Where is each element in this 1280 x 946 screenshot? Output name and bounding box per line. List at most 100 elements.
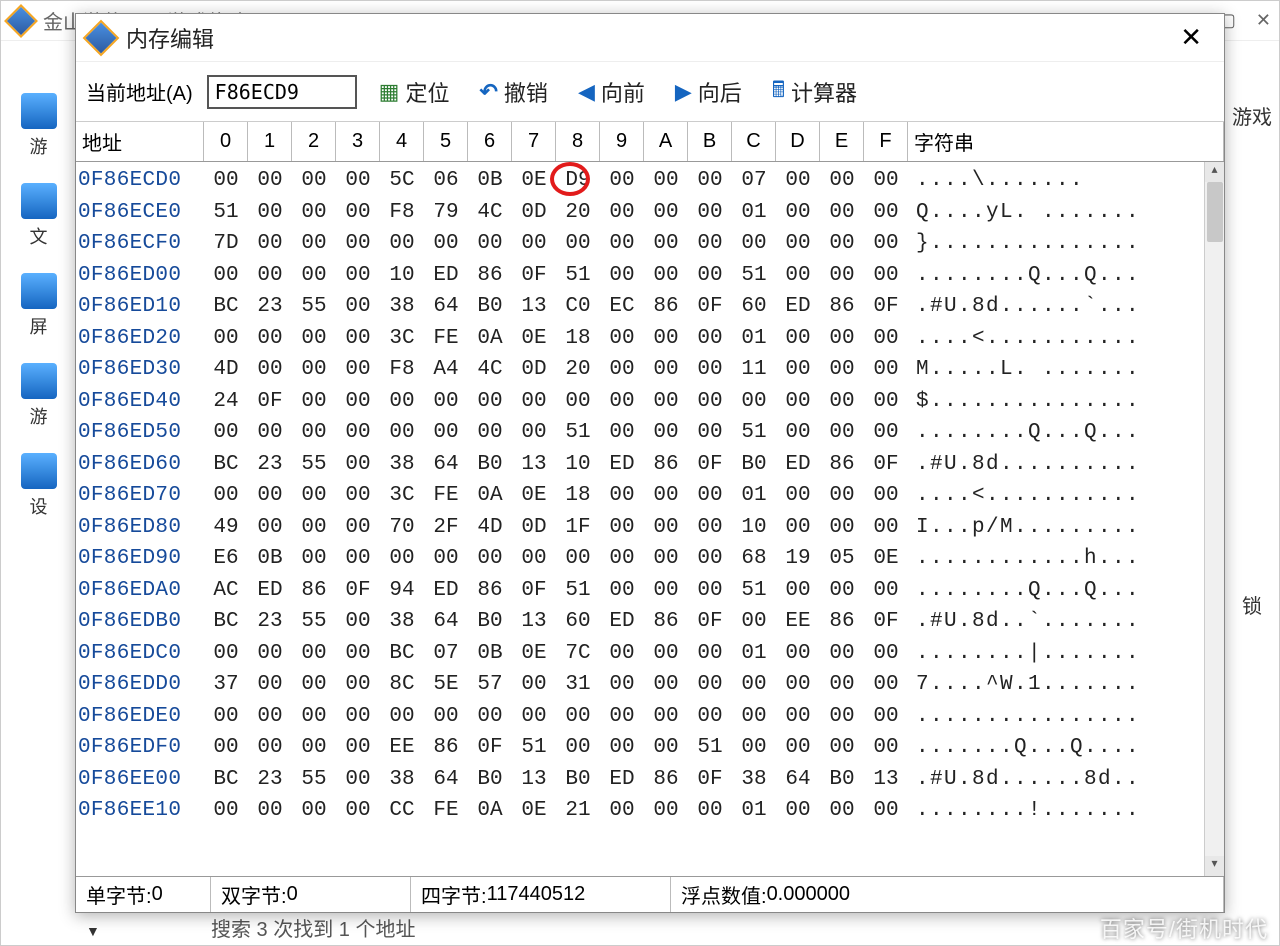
hex-cell[interactable]: 00 — [776, 260, 820, 292]
hex-cell[interactable]: B0 — [732, 449, 776, 481]
hex-cell[interactable]: 00 — [380, 543, 424, 575]
hex-row[interactable]: 0F86EDD0370000008C5E57003100000000000000… — [76, 669, 1224, 701]
hex-cell[interactable]: 00 — [380, 701, 424, 733]
hex-cell[interactable]: 00 — [336, 701, 380, 733]
hex-cell[interactable]: 00 — [776, 323, 820, 355]
hex-cell[interactable]: 38 — [380, 606, 424, 638]
hex-cell[interactable]: 07 — [424, 638, 468, 670]
hex-cell[interactable]: 64 — [424, 291, 468, 323]
hex-row[interactable]: 0F86EDF000000000EE860F510000005100000000… — [76, 732, 1224, 764]
hex-cell[interactable]: 00 — [380, 417, 424, 449]
hex-cell[interactable]: 00 — [688, 480, 732, 512]
hex-cell[interactable]: 00 — [336, 543, 380, 575]
hex-cell[interactable]: 00 — [600, 197, 644, 229]
hex-cell[interactable]: 01 — [732, 638, 776, 670]
hex-cell[interactable]: 00 — [248, 701, 292, 733]
hex-cell[interactable]: 51 — [556, 575, 600, 607]
hex-cell[interactable]: 00 — [292, 701, 336, 733]
hex-cell[interactable]: 00 — [864, 386, 908, 418]
hex-cell[interactable]: 38 — [380, 764, 424, 796]
hex-cell[interactable]: A4 — [424, 354, 468, 386]
header-col-B[interactable]: B — [688, 122, 732, 161]
hex-cell[interactable]: 00 — [644, 638, 688, 670]
hex-cell[interactable]: 00 — [292, 732, 336, 764]
hex-cell[interactable]: 00 — [688, 795, 732, 827]
hex-cell[interactable]: 00 — [512, 386, 556, 418]
hex-cell[interactable]: 86 — [468, 260, 512, 292]
hex-cell[interactable]: 55 — [292, 449, 336, 481]
hex-cell[interactable]: 00 — [600, 228, 644, 260]
header-string[interactable]: 字符串 — [908, 122, 1224, 161]
hex-cell[interactable]: 00 — [644, 228, 688, 260]
hex-cell[interactable]: 00 — [644, 701, 688, 733]
hex-cell[interactable]: 38 — [380, 291, 424, 323]
hex-cell[interactable]: 00 — [292, 480, 336, 512]
hex-cell[interactable]: 00 — [380, 386, 424, 418]
hex-cell[interactable]: 00 — [600, 701, 644, 733]
hex-cell[interactable]: B0 — [556, 764, 600, 796]
hex-cell[interactable]: 00 — [820, 638, 864, 670]
hex-cell[interactable]: 00 — [424, 543, 468, 575]
hex-cell[interactable]: 00 — [292, 165, 336, 197]
hex-cell[interactable]: 00 — [336, 260, 380, 292]
hex-cell[interactable]: 51 — [556, 260, 600, 292]
hex-cell[interactable]: EE — [380, 732, 424, 764]
hex-cell[interactable]: 86 — [820, 449, 864, 481]
hex-cell[interactable]: 00 — [600, 386, 644, 418]
hex-cell[interactable]: 00 — [776, 638, 820, 670]
hex-cell[interactable]: 10 — [380, 260, 424, 292]
hex-cell[interactable]: 00 — [820, 701, 864, 733]
hex-cell[interactable]: 00 — [688, 669, 732, 701]
hex-row[interactable]: 0F86ED90E60B000000000000000000006819050E… — [76, 543, 1224, 575]
hex-cell[interactable]: 23 — [248, 291, 292, 323]
hex-cell[interactable]: 00 — [248, 165, 292, 197]
hex-cell[interactable]: 00 — [864, 638, 908, 670]
hex-cell[interactable]: 51 — [688, 732, 732, 764]
hex-row[interactable]: 0F86ED10BC2355003864B013C0EC860F60ED860F… — [76, 291, 1224, 323]
hex-cell[interactable]: 00 — [468, 543, 512, 575]
hex-cell[interactable]: 00 — [864, 512, 908, 544]
hex-cell[interactable]: 00 — [820, 480, 864, 512]
hex-cell[interactable]: 00 — [864, 701, 908, 733]
hex-cell[interactable]: 0F — [688, 291, 732, 323]
hex-cell[interactable]: ED — [424, 260, 468, 292]
sidebar-item-4[interactable]: 游 — [1, 351, 76, 441]
hex-cell[interactable]: 00 — [424, 228, 468, 260]
hex-cell[interactable]: 00 — [248, 417, 292, 449]
hex-cell[interactable]: 94 — [380, 575, 424, 607]
hex-cell[interactable]: 00 — [688, 323, 732, 355]
hex-cell[interactable]: 2F — [424, 512, 468, 544]
hex-cell[interactable]: 00 — [864, 323, 908, 355]
hex-cell[interactable]: 21 — [556, 795, 600, 827]
hex-cell[interactable]: 00 — [864, 480, 908, 512]
hex-cell[interactable]: 57 — [468, 669, 512, 701]
hex-cell[interactable]: 00 — [820, 575, 864, 607]
hex-cell[interactable]: 00 — [776, 386, 820, 418]
hex-cell[interactable]: 00 — [776, 701, 820, 733]
hex-cell[interactable]: 51 — [732, 260, 776, 292]
hex-cell[interactable]: 00 — [644, 197, 688, 229]
hex-cell[interactable]: 01 — [732, 795, 776, 827]
hex-row[interactable]: 0F86EE00BC2355003864B013B0ED860F3864B013… — [76, 764, 1224, 796]
hex-cell[interactable]: 00 — [600, 795, 644, 827]
hex-cell[interactable]: B0 — [468, 764, 512, 796]
calc-button[interactable]: 🖩计算器 — [764, 69, 865, 115]
hex-cell[interactable]: 00 — [512, 669, 556, 701]
hex-cell[interactable]: 11 — [732, 354, 776, 386]
hex-cell[interactable]: 00 — [644, 669, 688, 701]
hex-cell[interactable]: 01 — [732, 323, 776, 355]
hex-cell[interactable]: 07 — [732, 165, 776, 197]
hex-cell[interactable]: FE — [424, 795, 468, 827]
hex-row[interactable]: 0F86EDB0BC2355003864B01360ED860F00EE860F… — [76, 606, 1224, 638]
hex-row[interactable]: 0F86EDA0ACED860F94ED860F5100000051000000… — [76, 575, 1224, 607]
hex-cell[interactable]: 00 — [732, 732, 776, 764]
hex-cell[interactable]: 86 — [424, 732, 468, 764]
hex-row[interactable]: 0F86EE1000000000CCFE0A0E2100000001000000… — [76, 795, 1224, 827]
sidebar-item-5[interactable]: 设 — [1, 441, 76, 531]
header-col-6[interactable]: 6 — [468, 122, 512, 161]
hex-cell[interactable]: 00 — [688, 512, 732, 544]
hex-cell[interactable]: 00 — [204, 795, 248, 827]
hex-cell[interactable]: 00 — [644, 260, 688, 292]
hex-cell[interactable]: BC — [204, 449, 248, 481]
hex-cell[interactable]: 55 — [292, 764, 336, 796]
